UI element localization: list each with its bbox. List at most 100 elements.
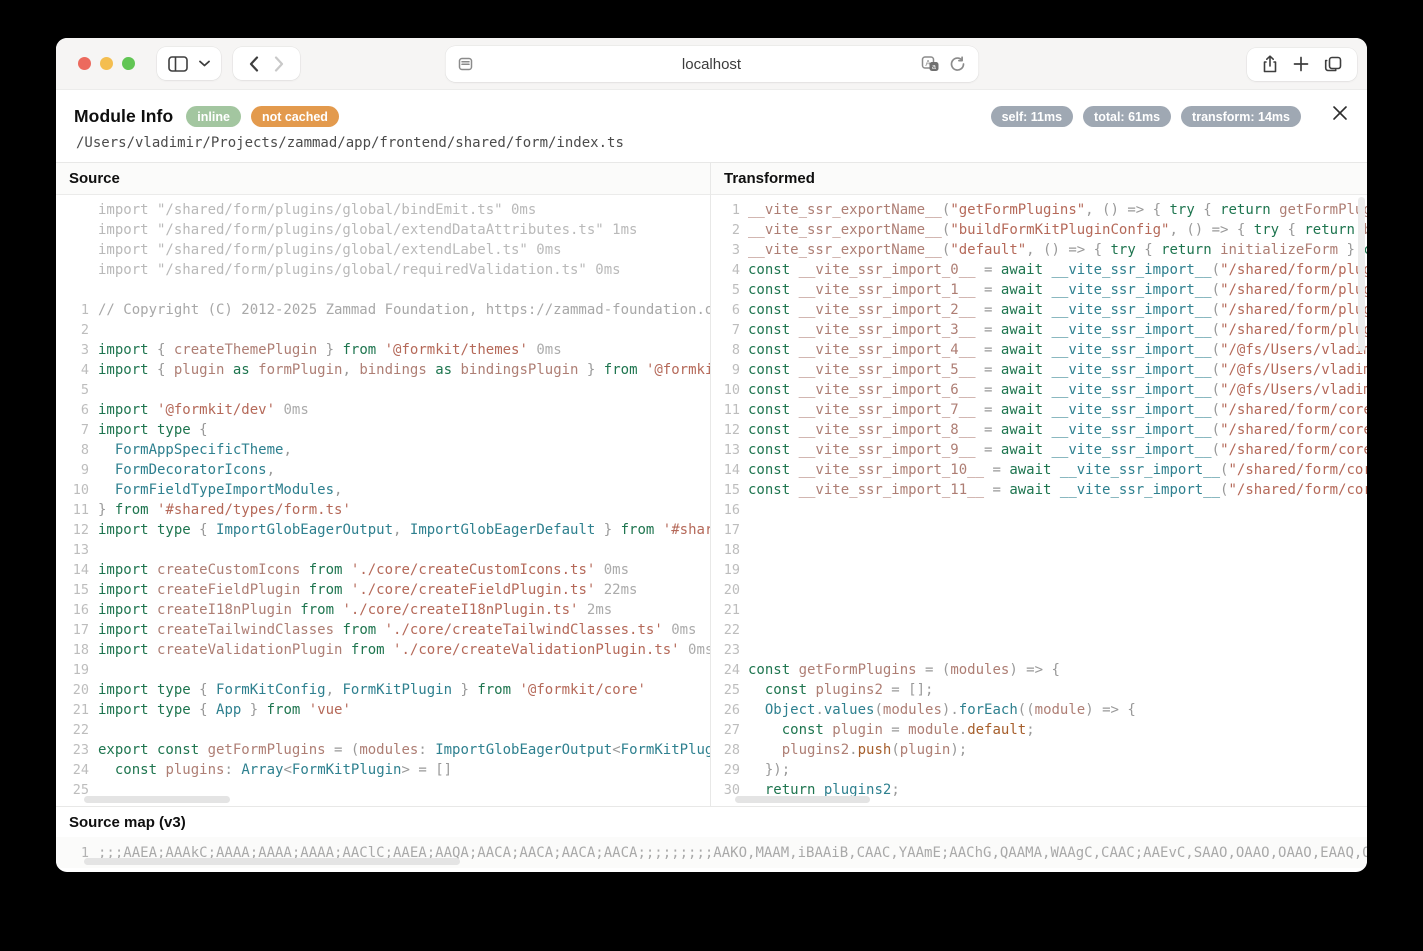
- code-text: const plugin = module.default;: [748, 720, 1035, 740]
- tabs-overview-icon[interactable]: [1323, 55, 1343, 73]
- code-line: 2__vite_ssr_exportName__("buildFormKitPl…: [711, 220, 1367, 240]
- share-icon[interactable]: [1261, 54, 1279, 74]
- line-number: [56, 280, 98, 300]
- code-line: 16import createI18nPlugin from './core/c…: [56, 600, 710, 620]
- close-icon[interactable]: [1329, 102, 1351, 124]
- line-number: [56, 200, 98, 220]
- code-line: 12import type { ImportGlobEagerOutput, I…: [56, 520, 710, 540]
- line-number: 9: [711, 360, 748, 380]
- browser-window: localhost Aa Module Info inline not ca: [56, 38, 1367, 872]
- code-text: import createI18nPlugin from './core/cre…: [98, 600, 612, 620]
- self-time-badge: self: 11ms: [991, 106, 1073, 127]
- line-number: 20: [56, 680, 98, 700]
- code-text: const __vite_ssr_import_9__ = await __vi…: [748, 440, 1367, 460]
- line-number: 25: [711, 680, 748, 700]
- code-line: 18: [711, 540, 1367, 560]
- code-text: const __vite_ssr_import_4__ = await __vi…: [748, 340, 1367, 360]
- line-number: 6: [711, 300, 748, 320]
- code-line: 19: [56, 660, 710, 680]
- line-number: 23: [56, 740, 98, 760]
- code-line: 4const __vite_ssr_import_0__ = await __v…: [711, 260, 1367, 280]
- code-line: 8 FormAppSpecificTheme,: [56, 440, 710, 460]
- url-field[interactable]: localhost Aa: [445, 46, 978, 82]
- code-line: 25 const plugins2 = [];: [711, 680, 1367, 700]
- line-number: 17: [56, 620, 98, 640]
- reader-icon[interactable]: [456, 55, 474, 78]
- code-line: 9const __vite_ssr_import_5__ = await __v…: [711, 360, 1367, 380]
- zoom-window-button[interactable]: [122, 57, 135, 70]
- code-line: 14import createCustomIcons from './core/…: [56, 560, 710, 580]
- line-number: [56, 220, 98, 240]
- line-number: 17: [711, 520, 748, 540]
- code-text: __vite_ssr_exportName__("default", () =>…: [748, 240, 1367, 260]
- code-text: import type { ImportGlobEagerOutput, Imp…: [98, 520, 710, 540]
- transformed-panel: Transformed 1__vite_ssr_exportName__("ge…: [711, 163, 1367, 806]
- line-number: 4: [56, 360, 98, 380]
- chevron-down-icon[interactable]: [199, 60, 210, 67]
- code-text: const __vite_ssr_import_6__ = await __vi…: [748, 380, 1367, 400]
- code-line: 10const __vite_ssr_import_6__ = await __…: [711, 380, 1367, 400]
- code-line: 20import type { FormKitConfig, FormKitPl…: [56, 680, 710, 700]
- code-line: 18import createValidationPlugin from './…: [56, 640, 710, 660]
- line-number: 18: [711, 540, 748, 560]
- code-line: 24const getFormPlugins = (modules) => {: [711, 660, 1367, 680]
- line-number: 1: [711, 200, 748, 220]
- minimize-window-button[interactable]: [100, 57, 113, 70]
- code-line: import "/shared/form/plugins/global/exte…: [56, 240, 710, 260]
- code-line: 28 plugins2.push(plugin);: [711, 740, 1367, 760]
- line-number: 16: [56, 600, 98, 620]
- line-number: 4: [711, 260, 748, 280]
- code-text: import createCustomIcons from './core/cr…: [98, 560, 629, 580]
- inline-badge: inline: [186, 106, 241, 127]
- code-text: export const getFormPlugins = (modules: …: [98, 740, 710, 760]
- line-number: 11: [711, 400, 748, 420]
- line-number: 15: [56, 580, 98, 600]
- code-line: 19: [711, 560, 1367, 580]
- transformed-vscrollbar[interactable]: [1358, 197, 1365, 352]
- sourcemap-hscrollbar[interactable]: [84, 858, 460, 865]
- code-line: 5: [56, 380, 710, 400]
- line-number: 15: [711, 480, 748, 500]
- translate-icon[interactable]: Aa: [920, 55, 940, 78]
- transformed-hscrollbar[interactable]: [735, 796, 870, 803]
- line-number: 23: [711, 640, 748, 660]
- code-line: 14const __vite_ssr_import_10__ = await _…: [711, 460, 1367, 480]
- code-line: 20: [711, 580, 1367, 600]
- svg-text:a: a: [932, 64, 936, 71]
- transform-time-badge: transform: 14ms: [1181, 106, 1301, 127]
- code-text: import "/shared/form/plugins/global/exte…: [98, 220, 637, 240]
- line-number: 21: [56, 700, 98, 720]
- line-number: 11: [56, 500, 98, 520]
- code-line: 10 FormFieldTypeImportModules,: [56, 480, 710, 500]
- reload-icon[interactable]: [948, 55, 966, 78]
- forward-icon[interactable]: [274, 56, 284, 72]
- code-line: 15const __vite_ssr_import_11__ = await _…: [711, 480, 1367, 500]
- new-tab-icon[interactable]: [1293, 56, 1309, 72]
- code-line: 11} from '#shared/types/form.ts': [56, 500, 710, 520]
- code-text: import "/shared/form/plugins/global/exte…: [98, 240, 562, 260]
- line-number: 13: [56, 540, 98, 560]
- line-number: 8: [56, 440, 98, 460]
- line-number: 3: [711, 240, 748, 260]
- source-code[interactable]: import "/shared/form/plugins/global/bind…: [56, 195, 710, 806]
- code-text: const getFormPlugins = (modules) => {: [748, 660, 1060, 680]
- code-text: import { createThemePlugin } from '@form…: [98, 340, 562, 360]
- code-text: import createTailwindClasses from './cor…: [98, 620, 696, 640]
- back-icon[interactable]: [249, 56, 259, 72]
- code-text: FormFieldTypeImportModules,: [98, 480, 342, 500]
- code-line: import "/shared/form/plugins/global/bind…: [56, 200, 710, 220]
- line-number: 26: [711, 700, 748, 720]
- sourcemap-header: Source map (v3): [56, 807, 1367, 837]
- close-window-button[interactable]: [78, 57, 91, 70]
- source-hscrollbar[interactable]: [84, 796, 230, 803]
- code-line: 13: [56, 540, 710, 560]
- line-number: 21: [711, 600, 748, 620]
- line-number: 3: [56, 340, 98, 360]
- sidebar-icon[interactable]: [168, 56, 188, 72]
- line-number: 9: [56, 460, 98, 480]
- transformed-code[interactable]: 1__vite_ssr_exportName__("getFormPlugins…: [711, 195, 1367, 806]
- code-text: });: [748, 760, 790, 780]
- line-number: 12: [56, 520, 98, 540]
- code-line: 22: [56, 720, 710, 740]
- code-line: import "/shared/form/plugins/global/exte…: [56, 220, 710, 240]
